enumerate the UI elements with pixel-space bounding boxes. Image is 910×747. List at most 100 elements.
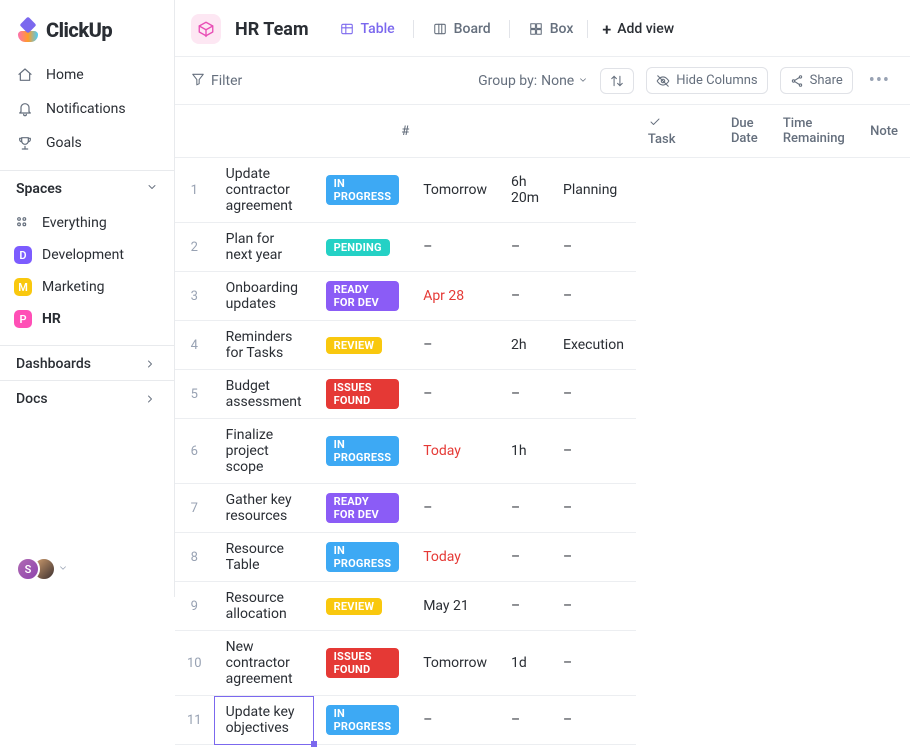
col-header-status[interactable] [692, 105, 719, 158]
time-remaining-cell[interactable]: – [499, 272, 551, 321]
note-cell[interactable]: – [551, 272, 636, 321]
sidebar-item-notifications[interactable]: Notifications [0, 92, 174, 126]
table-row[interactable]: 2Plan for next yearPENDING––– [175, 223, 636, 272]
sidebar-item-home[interactable]: Home [0, 58, 174, 92]
table-row[interactable]: 5Budget assessmentISSUES FOUND––– [175, 370, 636, 419]
tab-table[interactable]: Table [339, 21, 395, 37]
status-cell[interactable]: IN PROGRESS [314, 419, 412, 484]
time-remaining-cell[interactable]: 6h 20m [499, 158, 551, 223]
space-label: Development [42, 247, 124, 263]
due-date-cell[interactable]: Tomorrow [411, 631, 499, 696]
sidebar-item-everything[interactable]: Everything [0, 207, 174, 239]
task-cell[interactable]: New contractor agreement [214, 631, 314, 696]
time-remaining-cell[interactable]: – [499, 582, 551, 631]
status-cell[interactable]: REVIEW [314, 321, 412, 370]
add-view-label: Add view [617, 21, 674, 37]
due-date-cell[interactable]: – [411, 484, 499, 533]
row-number: 6 [175, 419, 214, 484]
note-cell[interactable]: – [551, 582, 636, 631]
status-cell[interactable]: ISSUES FOUND [314, 370, 412, 419]
status-cell[interactable]: ISSUES FOUND [314, 631, 412, 696]
task-cell[interactable]: Resource Table [214, 533, 314, 582]
due-date-cell[interactable]: Today [411, 533, 499, 582]
table-row[interactable]: 10New contractor agreementISSUES FOUNDTo… [175, 631, 636, 696]
sidebar-item-goals[interactable]: Goals [0, 126, 174, 160]
note-cell[interactable]: Planning [551, 158, 636, 223]
due-date-cell[interactable]: May 21 [411, 582, 499, 631]
time-remaining-cell[interactable]: 2h [499, 321, 551, 370]
task-cell[interactable]: Finalize project scope [214, 419, 314, 484]
tab-box[interactable]: Box [528, 21, 574, 37]
task-cell[interactable]: Reminders for Tasks [214, 321, 314, 370]
groupby-value: None [541, 73, 574, 89]
col-header-number[interactable]: # [175, 105, 636, 158]
time-remaining-cell[interactable]: – [499, 370, 551, 419]
table-row[interactable]: 1Update contractor agreementIN PROGRESST… [175, 158, 636, 223]
filter-button[interactable]: Filter [191, 72, 242, 90]
table-row[interactable]: 3Onboarding updatesREADY FOR DEVApr 28–– [175, 272, 636, 321]
time-remaining-cell[interactable]: – [499, 484, 551, 533]
table-row[interactable]: 4Reminders for TasksREVIEW–2hExecution [175, 321, 636, 370]
sort-button[interactable] [600, 68, 634, 94]
groupby-button[interactable]: Group by: None [478, 73, 588, 89]
task-cell[interactable]: Gather key resources [214, 484, 314, 533]
time-remaining-cell[interactable]: – [499, 696, 551, 745]
note-cell[interactable]: – [551, 533, 636, 582]
note-cell[interactable]: – [551, 631, 636, 696]
status-cell[interactable]: REVIEW [314, 582, 412, 631]
col-header-task[interactable]: Task [636, 105, 693, 158]
table-row[interactable]: 11Update key objectivesIN PROGRESS––– [175, 696, 636, 745]
table-row[interactable]: 7Gather key resourcesREADY FOR DEV––– [175, 484, 636, 533]
due-date-cell[interactable]: – [411, 223, 499, 272]
status-cell[interactable]: PENDING [314, 223, 412, 272]
docs-nav[interactable]: Docs [0, 380, 174, 415]
app-logo[interactable]: ClickUp [0, 0, 174, 52]
status-cell[interactable]: IN PROGRESS [314, 533, 412, 582]
sidebar-item-marketing[interactable]: MMarketing [0, 271, 174, 303]
status-cell[interactable]: IN PROGRESS [314, 158, 412, 223]
col-header-due[interactable]: Due Date [719, 105, 771, 158]
note-cell[interactable]: – [551, 370, 636, 419]
due-date-cell[interactable]: Today [411, 419, 499, 484]
task-cell[interactable]: Budget assessment [214, 370, 314, 419]
task-cell[interactable]: Onboarding updates [214, 272, 314, 321]
tab-board[interactable]: Board [432, 21, 491, 37]
spaces-header[interactable]: Spaces [0, 170, 174, 205]
status-cell[interactable]: IN PROGRESS [314, 696, 412, 745]
time-remaining-cell[interactable]: 1d [499, 631, 551, 696]
task-cell[interactable]: Resource allocation [214, 582, 314, 631]
note-cell[interactable]: – [551, 419, 636, 484]
more-menu-button[interactable]: ••• [865, 70, 894, 91]
time-remaining-cell[interactable]: – [499, 223, 551, 272]
share-button[interactable]: Share [780, 67, 853, 94]
due-date-cell[interactable]: Apr 28 [411, 272, 499, 321]
due-date-cell[interactable]: Tomorrow [411, 158, 499, 223]
table-row[interactable]: 9Resource allocationREVIEWMay 21–– [175, 582, 636, 631]
task-cell[interactable]: Update contractor agreement [214, 158, 314, 223]
nav-label: Notifications [46, 101, 126, 117]
sidebar-item-hr[interactable]: PHR [0, 303, 174, 335]
task-cell[interactable]: Plan for next year [214, 223, 314, 272]
status-cell[interactable]: READY FOR DEV [314, 484, 412, 533]
note-cell[interactable]: Execution [551, 321, 636, 370]
hide-columns-button[interactable]: Hide Columns [646, 67, 767, 94]
time-remaining-cell[interactable]: – [499, 533, 551, 582]
note-cell[interactable]: – [551, 223, 636, 272]
table-row[interactable]: 6Finalize project scopeIN PROGRESSToday1… [175, 419, 636, 484]
user-menu[interactable]: S [0, 541, 174, 597]
add-view-button[interactable]: + Add view [602, 20, 674, 39]
note-cell[interactable]: – [551, 696, 636, 745]
task-cell[interactable]: Update key objectives [214, 696, 314, 745]
col-header-note[interactable]: Note [858, 105, 910, 158]
table-row[interactable]: 8Resource TableIN PROGRESSToday–– [175, 533, 636, 582]
time-remaining-cell[interactable]: 1h [499, 419, 551, 484]
dashboards-nav[interactable]: Dashboards [0, 345, 174, 380]
status-cell[interactable]: READY FOR DEV [314, 272, 412, 321]
filter-icon [191, 72, 205, 90]
col-header-time[interactable]: Time Remaining [771, 105, 858, 158]
sidebar-item-development[interactable]: DDevelopment [0, 239, 174, 271]
due-date-cell[interactable]: – [411, 321, 499, 370]
due-date-cell[interactable]: – [411, 370, 499, 419]
due-date-cell[interactable]: – [411, 696, 499, 745]
note-cell[interactable]: – [551, 484, 636, 533]
